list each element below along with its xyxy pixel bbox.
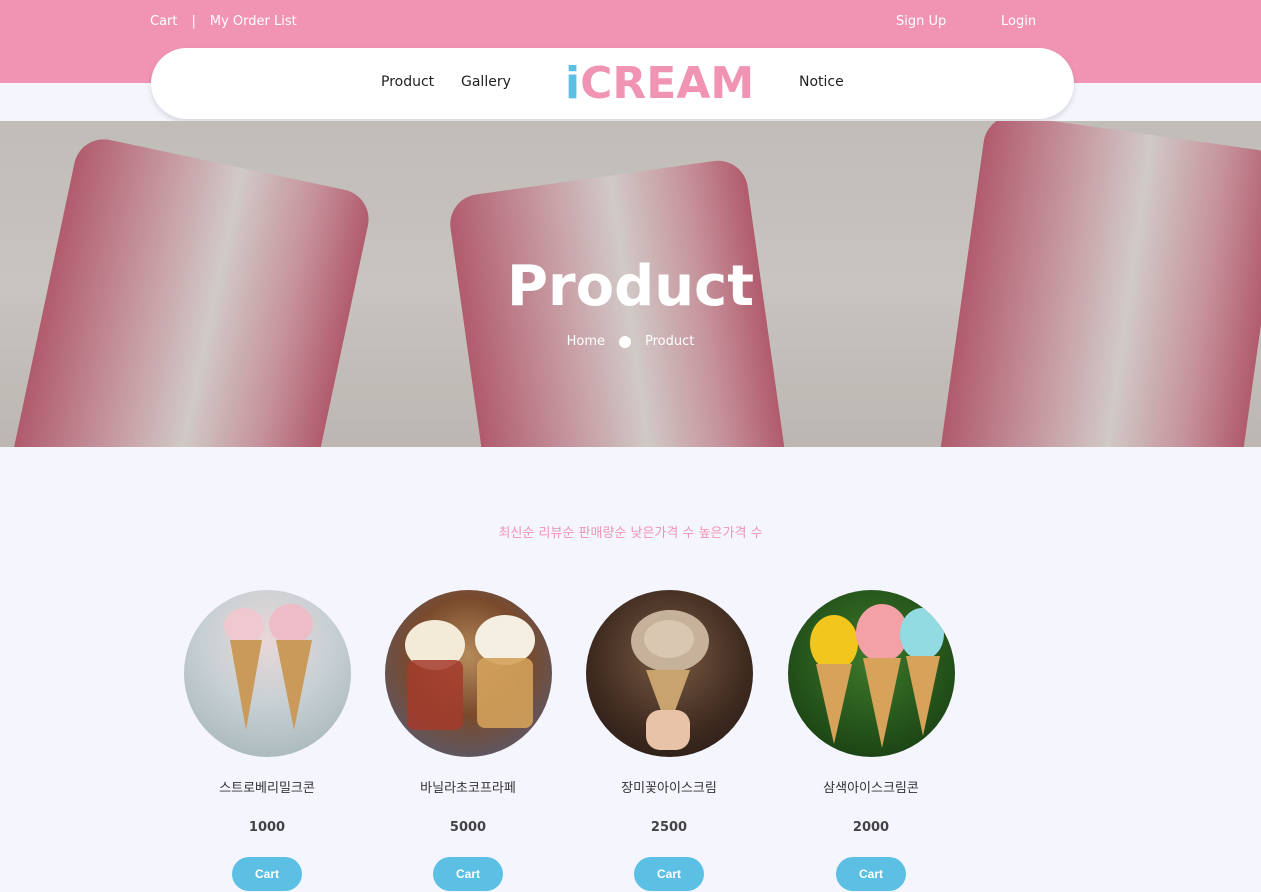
product-image[interactable] <box>384 590 552 757</box>
product-price: 5000 <box>449 820 487 835</box>
login-link[interactable]: Login <box>1001 14 1036 29</box>
product-name: 장미꽃아이스크림 <box>621 781 717 796</box>
product-price: 1000 <box>248 820 286 835</box>
product-price: 2500 <box>650 820 688 835</box>
sort-sales[interactable]: 판매량순 <box>579 526 627 541</box>
separator: | <box>191 14 196 29</box>
product-image[interactable] <box>787 590 955 757</box>
add-to-cart-button[interactable]: Cart <box>634 857 704 891</box>
logo-text: CREAM <box>580 58 755 109</box>
order-list-link[interactable]: My Order List <box>210 14 297 29</box>
product-price: 2000 <box>852 820 890 835</box>
nav-notice[interactable]: Notice <box>799 74 844 90</box>
main-nav: Product Gallery iCREAM Notice <box>151 48 1074 119</box>
cart-link[interactable]: Cart <box>150 14 178 29</box>
sort-latest[interactable]: 최신순 <box>498 526 534 541</box>
nav-gallery[interactable]: Gallery <box>461 74 511 90</box>
product-name: 삼색아이스크림콘 <box>823 781 919 796</box>
breadcrumb-current: Product <box>645 334 695 349</box>
product-name: 바닐라초코프라페 <box>420 781 516 796</box>
sort-price-low[interactable]: 낮은가격 수 <box>631 526 695 541</box>
product-list: 스트로베리밀크콘 1000 Cart 바닐라초코프라페 5000 Cart 장미… <box>0 590 1261 892</box>
top-left-links: Cart | My Order List <box>150 14 297 29</box>
product-image[interactable] <box>183 590 351 757</box>
product-name: 스트로베리밀크콘 <box>219 781 315 796</box>
product-card: 장미꽃아이스크림 2500 Cart <box>584 590 754 891</box>
add-to-cart-button[interactable]: Cart <box>232 857 302 891</box>
product-card: 스트로베리밀크콘 1000 Cart <box>182 590 352 891</box>
logo[interactable]: iCREAM <box>565 58 754 109</box>
sort-reviews[interactable]: 리뷰순 <box>539 526 575 541</box>
sort-options: 최신순 리뷰순 판매량순 낮은가격 수 높은가격 수 <box>0 522 1261 541</box>
product-image[interactable] <box>585 590 753 757</box>
hero-banner: Product Home Product <box>0 121 1261 447</box>
sort-price-high[interactable]: 높은가격 수 <box>699 526 763 541</box>
product-card: 삼색아이스크림콘 2000 Cart <box>786 590 956 891</box>
add-to-cart-button[interactable]: Cart <box>433 857 503 891</box>
add-to-cart-button[interactable]: Cart <box>836 857 906 891</box>
nav-product[interactable]: Product <box>381 74 434 90</box>
breadcrumb-home[interactable]: Home <box>567 334 605 349</box>
breadcrumb-dot-icon <box>619 335 632 348</box>
page-title: Product <box>506 254 755 319</box>
product-card: 바닐라초코프라페 5000 Cart <box>383 590 553 891</box>
signup-link[interactable]: Sign Up <box>896 14 946 29</box>
logo-i: i <box>565 58 581 109</box>
breadcrumb: Home Product <box>0 334 1261 349</box>
